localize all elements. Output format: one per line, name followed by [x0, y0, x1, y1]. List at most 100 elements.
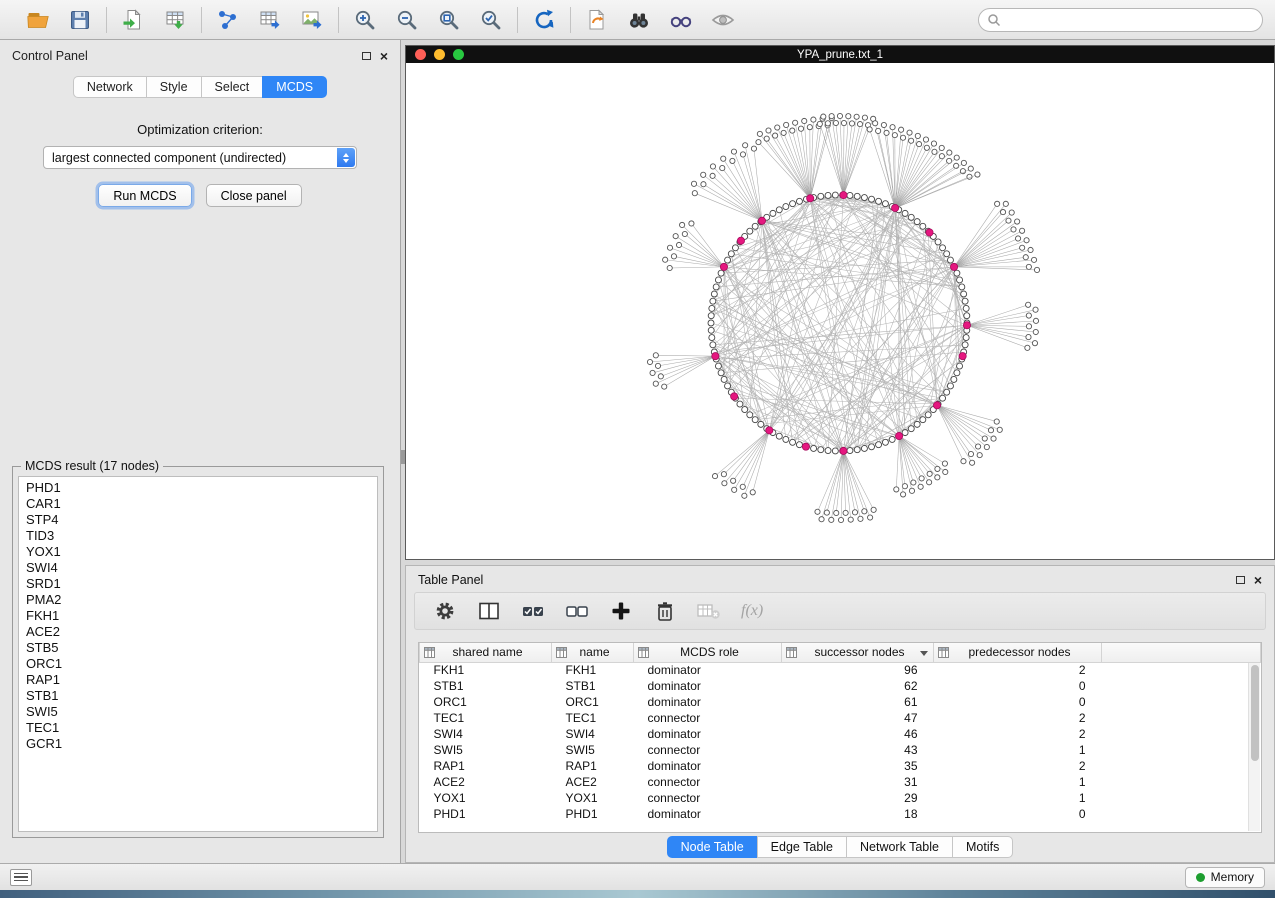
mcds-result-list[interactable]: PHD1CAR1STP4TID3YOX1SWI4SRD1PMA2FKH1ACE2…: [18, 476, 378, 832]
tab-motifs[interactable]: Motifs: [952, 836, 1013, 858]
export-table-icon[interactable]: [256, 7, 284, 33]
mcds-result-node[interactable]: FKH1: [26, 608, 370, 624]
close-window-icon[interactable]: [415, 49, 426, 60]
network-window-title: YPA_prune.txt_1: [797, 49, 883, 61]
network-view[interactable]: [406, 63, 1274, 559]
tab-network-table[interactable]: Network Table: [846, 836, 952, 858]
search-field[interactable]: [978, 8, 1263, 32]
dropdown-stepper-icon: [337, 148, 355, 167]
table-settings-gear-icon[interactable]: [433, 599, 457, 623]
binoculars-icon[interactable]: [625, 7, 653, 33]
mcds-result-node[interactable]: TID3: [26, 528, 370, 544]
mcds-result-title: MCDS result (17 nodes): [21, 459, 163, 473]
node-table: shared namenameMCDS rolesuccessor nodesp…: [418, 642, 1262, 833]
tab-select[interactable]: Select: [201, 76, 263, 98]
select-all-icon[interactable]: [521, 599, 545, 623]
function-builder-icon: f(x): [741, 599, 763, 623]
memory-label: Memory: [1211, 870, 1254, 884]
show-columns-icon[interactable]: [477, 599, 501, 623]
table-row[interactable]: SWI4SWI4dominator462: [420, 726, 1261, 742]
column-header-successor-nodes[interactable]: successor nodes: [782, 643, 934, 662]
float-panel-icon[interactable]: [362, 52, 371, 60]
criterion-dropdown-value: largest connected component (undirected): [44, 151, 294, 165]
save-icon[interactable]: [66, 7, 94, 33]
tab-network[interactable]: Network: [73, 76, 146, 98]
status-bar: Memory: [0, 863, 1275, 890]
column-header-name[interactable]: name: [552, 643, 634, 662]
table-row[interactable]: STB1STB1dominator620: [420, 678, 1261, 694]
table-row[interactable]: FKH1FKH1dominator962: [420, 662, 1261, 678]
memory-status-icon: [1196, 873, 1205, 882]
tab-style[interactable]: Style: [146, 76, 201, 98]
import-table-icon[interactable]: [161, 7, 189, 33]
table-row[interactable]: ACE2ACE2connector311: [420, 774, 1261, 790]
delete-column-icon[interactable]: [653, 599, 677, 623]
tab-edge-table[interactable]: Edge Table: [757, 836, 846, 858]
table-scrollbar[interactable]: [1248, 663, 1260, 831]
memory-button[interactable]: Memory: [1185, 867, 1265, 888]
column-header-predecessor-nodes[interactable]: predecessor nodes: [934, 643, 1102, 662]
tab-node-table[interactable]: Node Table: [667, 836, 757, 858]
mcds-result-node[interactable]: SWI5: [26, 704, 370, 720]
application-window: Control Panel × NetworkStyleSelectMCDS O…: [0, 0, 1275, 898]
mcds-result-node[interactable]: PHD1: [26, 480, 370, 496]
mcds-result-node[interactable]: ORC1: [26, 656, 370, 672]
close-panel-icon[interactable]: ×: [380, 51, 388, 61]
mcds-result-node[interactable]: YOX1: [26, 544, 370, 560]
network-window: YPA_prune.txt_1: [405, 45, 1275, 560]
sort-grid-icon: [424, 647, 435, 661]
unselect-all-icon[interactable]: [565, 599, 589, 623]
tab-mcds[interactable]: MCDS: [262, 76, 327, 98]
close-table-panel-icon[interactable]: ×: [1254, 575, 1262, 585]
refresh-icon[interactable]: [530, 7, 558, 33]
sort-grid-icon: [938, 647, 949, 661]
mcds-result-node[interactable]: SWI4: [26, 560, 370, 576]
zoom-in-icon[interactable]: [351, 7, 379, 33]
close-panel-button[interactable]: Close panel: [206, 184, 302, 207]
control-panel-tabs: NetworkStyleSelectMCDS: [0, 76, 400, 98]
hide-glasses-icon[interactable]: [667, 7, 695, 33]
open-folder-icon[interactable]: [24, 7, 52, 33]
import-network-icon[interactable]: [119, 7, 147, 33]
table-row[interactable]: TEC1TEC1connector472: [420, 710, 1261, 726]
mcds-result-node[interactable]: ACE2: [26, 624, 370, 640]
zoom-selected-icon[interactable]: [477, 7, 505, 33]
mcds-result-node[interactable]: GCR1: [26, 736, 370, 752]
mcds-result-node[interactable]: STB5: [26, 640, 370, 656]
minimize-window-icon[interactable]: [434, 49, 445, 60]
mcds-result-node[interactable]: STP4: [26, 512, 370, 528]
eye-icon[interactable]: [709, 7, 737, 33]
mcds-result-node[interactable]: CAR1: [26, 496, 370, 512]
table-scrollbar-thumb[interactable]: [1251, 665, 1259, 761]
maximize-window-icon[interactable]: [453, 49, 464, 60]
mcds-result-box: MCDS result (17 nodes) PHD1CAR1STP4TID3Y…: [12, 466, 384, 838]
export-network-icon[interactable]: [214, 7, 242, 33]
mcds-result-node[interactable]: SRD1: [26, 576, 370, 592]
optimization-criterion-label: Optimization criterion:: [0, 122, 400, 137]
column-sort-caret-icon[interactable]: [920, 651, 928, 656]
run-mcds-button[interactable]: Run MCDS: [98, 184, 191, 207]
mcds-result-node[interactable]: PMA2: [26, 592, 370, 608]
mcds-result-node[interactable]: RAP1: [26, 672, 370, 688]
network-window-titlebar[interactable]: YPA_prune.txt_1: [406, 46, 1274, 63]
add-column-icon[interactable]: [609, 599, 633, 623]
table-row[interactable]: YOX1YOX1connector291: [420, 790, 1261, 806]
zoom-out-icon[interactable]: [393, 7, 421, 33]
table-row[interactable]: ORC1ORC1dominator610: [420, 694, 1261, 710]
float-table-panel-icon[interactable]: [1236, 576, 1245, 584]
share-document-icon[interactable]: [583, 7, 611, 33]
mcds-result-node[interactable]: STB1: [26, 688, 370, 704]
criterion-dropdown[interactable]: largest connected component (undirected): [43, 146, 357, 169]
table-row[interactable]: RAP1RAP1dominator352: [420, 758, 1261, 774]
column-header-mcds-role[interactable]: MCDS role: [634, 643, 782, 662]
column-header-shared-name[interactable]: shared name: [420, 643, 552, 662]
table-header-row: shared namenameMCDS rolesuccessor nodesp…: [420, 643, 1261, 662]
mcds-result-node[interactable]: TEC1: [26, 720, 370, 736]
zoom-fit-icon[interactable]: [435, 7, 463, 33]
table-row[interactable]: SWI5SWI5connector431: [420, 742, 1261, 758]
table-panel-tabs: Node TableEdge TableNetwork TableMotifs: [406, 836, 1274, 858]
export-image-icon[interactable]: [298, 7, 326, 33]
panel-menu-icon[interactable]: [10, 869, 32, 886]
search-input[interactable]: [1006, 13, 1254, 27]
table-row[interactable]: PHD1PHD1dominator180: [420, 806, 1261, 822]
